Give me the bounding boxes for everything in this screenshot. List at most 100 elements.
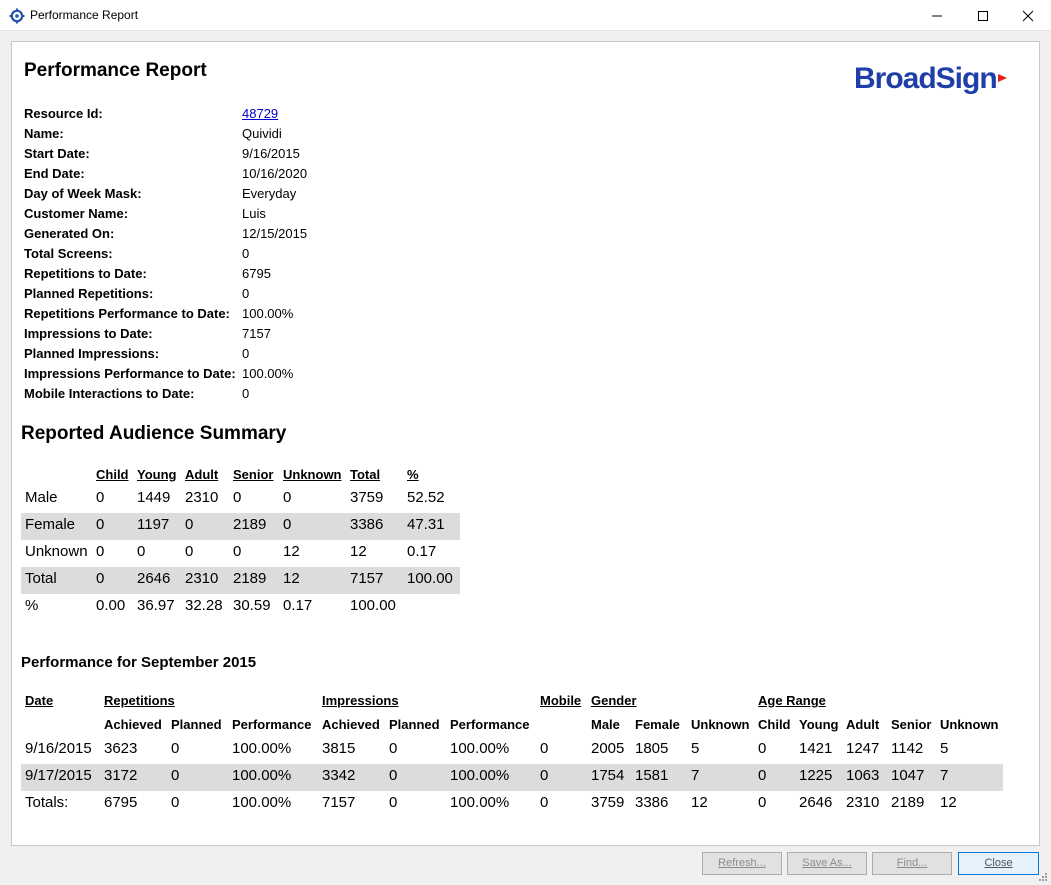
refresh-button[interactable]: Refresh... — [702, 852, 782, 875]
audience-cell: 0.17 — [283, 597, 313, 614]
button-label: Close — [984, 857, 1013, 869]
info-value: 10/16/2020 — [242, 166, 308, 181]
maximize-button[interactable] — [960, 0, 1006, 31]
title-bar[interactable]: Performance Report — [0, 0, 1051, 31]
performance-sub-header: Child — [758, 717, 791, 732]
audience-cell: 1197 — [137, 516, 170, 533]
info-label: Total Screens: — [24, 246, 113, 261]
button-label: Refresh... — [718, 857, 766, 869]
performance-cell: 1247 — [846, 740, 880, 757]
performance-cell: 0 — [171, 767, 180, 784]
find-button[interactable]: Find... — [872, 852, 952, 875]
report-view[interactable]: Performance Report BroadSign Resource Id… — [11, 41, 1040, 846]
info-value: Everyday — [242, 186, 297, 201]
performance-group-header: Impressions — [322, 693, 399, 708]
info-value: 0 — [242, 246, 250, 261]
close-button[interactable]: Close — [958, 852, 1039, 875]
resource-id-link[interactable]: 48729 — [242, 106, 278, 121]
audience-column-header: Senior — [233, 467, 274, 482]
audience-cell: 0 — [96, 543, 105, 560]
audience-cell: 12 — [283, 543, 300, 560]
performance-cell: 3815 — [322, 740, 356, 757]
audience-cell: 0 — [185, 516, 194, 533]
performance-cell: 100.00% — [232, 767, 292, 784]
info-label: Repetitions Performance to Date: — [24, 306, 230, 321]
audience-column-header: Adult — [185, 467, 219, 482]
performance-sub-header: Achieved — [322, 717, 380, 732]
info-value: Quividi — [242, 126, 282, 141]
performance-cell: 1063 — [846, 767, 880, 784]
performance-cell: 1142 — [891, 740, 924, 757]
audience-cell: 3386 — [350, 516, 384, 533]
info-value: 12/15/2015 — [242, 226, 308, 241]
performance-cell: 7157 — [322, 794, 356, 811]
info-label: Repetitions to Date: — [24, 266, 147, 281]
performance-group-header: Gender — [591, 693, 637, 708]
performance-cell: 0 — [389, 794, 398, 811]
performance-cell: 1047 — [891, 767, 925, 784]
performance-sub-header: Female — [635, 717, 680, 732]
resize-grip-icon[interactable] — [1038, 872, 1048, 882]
performance-cell: 3623 — [104, 740, 138, 757]
audience-row-label: Unknown — [25, 543, 88, 560]
audience-cell: 2189 — [233, 570, 267, 587]
performance-cell: 1421 — [799, 740, 833, 757]
performance-cell: 1754 — [591, 767, 625, 784]
audience-cell: 52.52 — [407, 489, 445, 506]
audience-cell: 36.97 — [137, 597, 175, 614]
performance-cell: 100.00% — [450, 740, 510, 757]
performance-cell: 2646 — [799, 794, 833, 811]
audience-cell: 100.00 — [407, 570, 453, 587]
info-label: Mobile Interactions to Date: — [24, 386, 195, 401]
performance-cell: 3759 — [591, 794, 625, 811]
performance-cell: 12 — [691, 794, 708, 811]
performance-cell: 0 — [389, 767, 398, 784]
button-label: Find... — [896, 857, 928, 869]
audience-cell: 7157 — [350, 570, 384, 587]
minimize-button[interactable] — [914, 0, 960, 31]
audience-cell: 47.31 — [407, 516, 445, 533]
performance-cell: 0 — [171, 740, 180, 757]
save-as-button[interactable]: Save As... — [787, 852, 867, 875]
performance-cell: 1225 — [799, 767, 833, 784]
info-label: Start Date: — [24, 146, 90, 161]
window-title: Performance Report — [30, 8, 139, 22]
audience-cell: 12 — [283, 570, 300, 587]
audience-cell: 2310 — [185, 489, 219, 506]
performance-sub-header: Unknown — [691, 717, 750, 732]
audience-column-header: Unknown — [283, 467, 342, 482]
maximize-icon — [978, 11, 988, 21]
performance-sub-header: Planned — [171, 717, 222, 732]
audience-row-label: Male — [25, 489, 58, 506]
audience-cell: 0 — [96, 570, 105, 587]
info-value: 48729 — [242, 106, 278, 121]
audience-cell: 0 — [96, 489, 105, 506]
audience-cell: 0 — [185, 543, 194, 560]
info-value: 100.00% — [242, 306, 294, 321]
info-label: Generated On: — [24, 226, 115, 241]
audience-column-header: % — [407, 467, 419, 482]
performance-cell: 100.00% — [450, 794, 510, 811]
audience-column-header: Child — [96, 467, 129, 482]
close-window-button[interactable] — [1005, 0, 1051, 31]
audience-column-header: Young — [137, 467, 177, 482]
performance-cell: 5 — [691, 740, 700, 757]
performance-cell: 3386 — [635, 794, 669, 811]
info-label: Name: — [24, 126, 64, 141]
audience-cell: 0 — [283, 489, 292, 506]
info-value: 0 — [242, 386, 250, 401]
performance-cell: 5 — [940, 740, 949, 757]
info-label: Customer Name: — [24, 206, 129, 221]
performance-sub-header: Adult — [846, 717, 880, 732]
performance-cell: 2005 — [591, 740, 625, 757]
audience-cell: 12 — [350, 543, 367, 560]
performance-sub-header: Planned — [389, 717, 440, 732]
info-label: Resource Id: — [24, 106, 103, 121]
performance-cell: 0 — [758, 794, 767, 811]
performance-cell: 1581 — [635, 767, 669, 784]
performance-cell: 100.00% — [232, 740, 292, 757]
performance-cell: 2310 — [846, 794, 880, 811]
performance-sub-header: Male — [591, 717, 620, 732]
performance-cell: 9/16/2015 — [25, 740, 92, 757]
performance-sub-header: Performance — [232, 717, 312, 732]
